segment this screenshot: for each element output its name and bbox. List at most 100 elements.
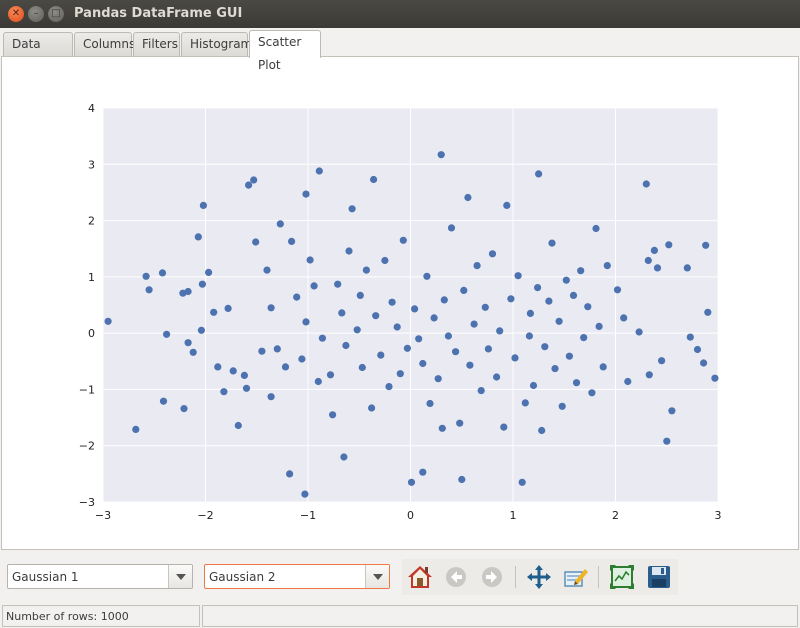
minimize-window-button[interactable]: – xyxy=(28,6,44,22)
save-icon xyxy=(648,566,670,588)
data-point xyxy=(184,287,192,296)
data-point xyxy=(635,328,643,336)
data-point xyxy=(220,388,228,396)
chevron-down-icon xyxy=(373,574,383,580)
data-point xyxy=(145,286,153,294)
data-point xyxy=(444,332,452,340)
tab-filters[interactable]: Filters xyxy=(133,32,180,57)
data-point xyxy=(704,308,712,316)
close-window-button[interactable]: ✕ xyxy=(8,6,24,22)
x-column-select[interactable]: Gaussian 1 xyxy=(7,564,193,589)
data-point xyxy=(584,303,592,311)
data-point xyxy=(326,371,335,379)
data-point xyxy=(298,355,306,363)
y-column-dropdown-button[interactable] xyxy=(365,565,389,588)
data-point xyxy=(603,262,611,270)
tab-histogram[interactable]: Histogram xyxy=(181,32,252,57)
data-point xyxy=(205,268,213,276)
data-point xyxy=(411,305,419,313)
data-point xyxy=(511,354,519,362)
data-point xyxy=(245,181,253,189)
home-icon xyxy=(408,566,432,588)
data-point xyxy=(234,421,242,430)
data-point xyxy=(580,334,588,342)
data-point xyxy=(507,295,515,303)
data-point xyxy=(565,352,574,360)
scatter-plot[interactable]: −3 −2 −1 0 1 2 3 −3 −2 −1 0 1 2 3 4 xyxy=(2,57,798,549)
tab-bar: Data Frame Columns Filters Histogram Sca… xyxy=(0,28,800,74)
data-point xyxy=(338,309,346,317)
back-button[interactable] xyxy=(442,563,470,591)
data-point xyxy=(342,341,350,350)
data-point xyxy=(599,363,607,371)
configure-subplots-icon xyxy=(564,569,588,587)
data-point xyxy=(224,304,232,312)
x-tick-label: 0 xyxy=(407,509,414,522)
tab-columns[interactable]: Columns xyxy=(74,32,136,57)
data-point xyxy=(393,323,401,331)
data-point xyxy=(377,351,385,359)
data-point xyxy=(521,399,529,407)
y-tick-label: −3 xyxy=(79,496,95,509)
data-point xyxy=(368,404,376,412)
x-tick-label: −3 xyxy=(95,509,111,522)
x-tick-label: 3 xyxy=(715,509,722,522)
status-rows-panel: Number of rows: 1000 xyxy=(2,605,200,627)
data-point xyxy=(306,256,314,264)
data-point xyxy=(686,333,694,341)
tab-label: Columns xyxy=(83,37,136,51)
data-point xyxy=(466,361,474,369)
data-point xyxy=(642,180,650,188)
status-bar: Number of rows: 1000 xyxy=(0,602,800,628)
data-point xyxy=(302,318,310,326)
home-button[interactable] xyxy=(406,563,434,591)
data-point xyxy=(276,220,284,228)
save-button[interactable] xyxy=(645,563,673,591)
data-point xyxy=(132,425,140,433)
y-tick-label: 3 xyxy=(88,158,95,171)
tab-data-frame[interactable]: Data Frame xyxy=(3,32,73,74)
y-tick-label: −2 xyxy=(79,440,95,453)
data-point xyxy=(345,247,353,255)
x-column-dropdown-button[interactable] xyxy=(168,565,192,588)
data-point xyxy=(700,359,708,367)
configure-subplots-button[interactable] xyxy=(561,563,589,591)
data-point xyxy=(456,419,464,427)
data-point xyxy=(569,291,578,299)
y-tick-label: 2 xyxy=(88,215,95,228)
zoom-button[interactable] xyxy=(608,563,636,591)
data-point xyxy=(210,308,218,316)
data-point xyxy=(496,327,504,335)
data-point xyxy=(242,384,251,392)
data-point xyxy=(452,348,460,356)
pan-button[interactable] xyxy=(525,563,553,591)
data-point xyxy=(460,286,468,294)
window-titlebar: ✕ – □ Pandas DataFrame GUI xyxy=(0,0,800,28)
forward-button[interactable] xyxy=(478,563,506,591)
data-point xyxy=(189,348,197,356)
data-point xyxy=(301,490,309,498)
data-point xyxy=(592,224,600,233)
y-column-value: Gaussian 2 xyxy=(209,570,276,584)
data-point xyxy=(645,371,653,379)
x-column-value: Gaussian 1 xyxy=(12,570,79,584)
data-point xyxy=(267,393,275,401)
y-column-select[interactable]: Gaussian 2 xyxy=(204,564,390,589)
data-point xyxy=(683,264,691,272)
data-point xyxy=(159,397,168,405)
data-point xyxy=(470,320,478,328)
maximize-window-button[interactable]: □ xyxy=(48,6,64,22)
data-point xyxy=(214,363,222,371)
data-point xyxy=(184,339,192,347)
data-point xyxy=(415,335,423,343)
data-point xyxy=(250,176,258,184)
data-point xyxy=(500,423,508,431)
data-point xyxy=(577,267,585,275)
data-point xyxy=(273,345,281,353)
data-point xyxy=(329,411,337,419)
data-point xyxy=(388,298,396,306)
data-point xyxy=(551,365,559,373)
data-point xyxy=(437,151,445,159)
data-point xyxy=(653,264,662,272)
tab-scatter-plot[interactable]: Scatter Plot xyxy=(249,30,321,72)
